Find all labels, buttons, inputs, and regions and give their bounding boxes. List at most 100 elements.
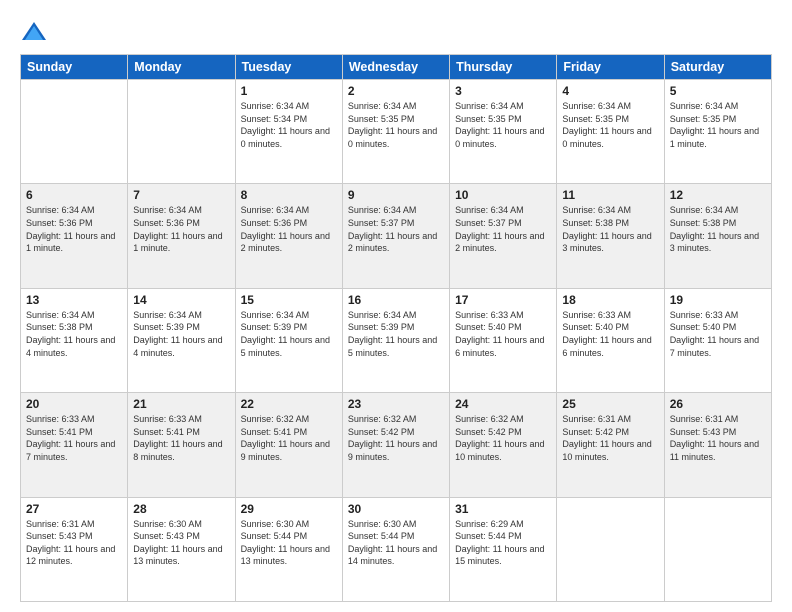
calendar-col-header: Sunday (21, 55, 128, 80)
calendar-cell: 31 Sunrise: 6:29 AM Sunset: 5:44 PM Dayli… (450, 497, 557, 601)
day-detail: Sunrise: 6:33 AM Sunset: 5:41 PM Dayligh… (133, 413, 229, 463)
calendar-col-header: Monday (128, 55, 235, 80)
calendar-table: SundayMondayTuesdayWednesdayThursdayFrid… (20, 54, 772, 602)
calendar-cell: 17 Sunrise: 6:33 AM Sunset: 5:40 PM Dayli… (450, 288, 557, 392)
day-detail: Sunrise: 6:30 AM Sunset: 5:44 PM Dayligh… (241, 518, 337, 568)
day-detail: Sunrise: 6:34 AM Sunset: 5:35 PM Dayligh… (348, 100, 444, 150)
day-detail: Sunrise: 6:34 AM Sunset: 5:35 PM Dayligh… (562, 100, 658, 150)
calendar-cell: 16 Sunrise: 6:34 AM Sunset: 5:39 PM Dayli… (342, 288, 449, 392)
calendar-cell (21, 80, 128, 184)
day-number: 19 (670, 293, 766, 307)
day-number: 31 (455, 502, 551, 516)
calendar-cell (664, 497, 771, 601)
calendar-cell: 28 Sunrise: 6:30 AM Sunset: 5:43 PM Dayli… (128, 497, 235, 601)
day-number: 17 (455, 293, 551, 307)
day-detail: Sunrise: 6:34 AM Sunset: 5:39 PM Dayligh… (133, 309, 229, 359)
day-detail: Sunrise: 6:34 AM Sunset: 5:38 PM Dayligh… (670, 204, 766, 254)
calendar-col-header: Thursday (450, 55, 557, 80)
day-detail: Sunrise: 6:31 AM Sunset: 5:43 PM Dayligh… (670, 413, 766, 463)
calendar-cell: 25Sunrise: 6:31 AM Sunset: 5:42 PM Dayli… (557, 393, 664, 497)
calendar-cell: 9 Sunrise: 6:34 AM Sunset: 5:37 PM Daylig… (342, 184, 449, 288)
calendar-cell: 29 Sunrise: 6:30 AM Sunset: 5:44 PM Dayli… (235, 497, 342, 601)
day-number: 20 (26, 397, 122, 411)
day-detail: Sunrise: 6:34 AM Sunset: 5:34 PM Dayligh… (241, 100, 337, 150)
calendar-cell: 20 Sunrise: 6:33 AM Sunset: 5:41 PM Dayli… (21, 393, 128, 497)
day-number: 7 (133, 188, 229, 202)
day-number: 14 (133, 293, 229, 307)
calendar-cell: 30 Sunrise: 6:30 AM Sunset: 5:44 PM Dayli… (342, 497, 449, 601)
day-number: 8 (241, 188, 337, 202)
calendar-week-row: 1Sunrise: 6:34 AM Sunset: 5:34 PM Daylig… (21, 80, 772, 184)
day-number: 11 (562, 188, 658, 202)
header (20, 18, 772, 46)
calendar-cell: 8 Sunrise: 6:34 AM Sunset: 5:36 PM Daylig… (235, 184, 342, 288)
day-detail: Sunrise: 6:32 AM Sunset: 5:41 PM Dayligh… (241, 413, 337, 463)
calendar-cell: 26Sunrise: 6:31 AM Sunset: 5:43 PM Dayli… (664, 393, 771, 497)
calendar-week-row: 13 Sunrise: 6:34 AM Sunset: 5:38 PM Dayli… (21, 288, 772, 392)
calendar-cell: 6Sunrise: 6:34 AM Sunset: 5:36 PM Daylig… (21, 184, 128, 288)
day-detail: Sunrise: 6:34 AM Sunset: 5:39 PM Dayligh… (241, 309, 337, 359)
page: SundayMondayTuesdayWednesdayThursdayFrid… (0, 0, 792, 612)
day-detail: Sunrise: 6:33 AM Sunset: 5:40 PM Dayligh… (670, 309, 766, 359)
calendar-header-row: SundayMondayTuesdayWednesdayThursdayFrid… (21, 55, 772, 80)
day-detail: Sunrise: 6:34 AM Sunset: 5:38 PM Dayligh… (26, 309, 122, 359)
day-number: 9 (348, 188, 444, 202)
day-number: 28 (133, 502, 229, 516)
day-number: 10 (455, 188, 551, 202)
day-detail: Sunrise: 6:33 AM Sunset: 5:41 PM Dayligh… (26, 413, 122, 463)
calendar-cell: 18Sunrise: 6:33 AM Sunset: 5:40 PM Dayli… (557, 288, 664, 392)
calendar-cell: 10Sunrise: 6:34 AM Sunset: 5:37 PM Dayli… (450, 184, 557, 288)
day-number: 15 (241, 293, 337, 307)
calendar-cell: 5Sunrise: 6:34 AM Sunset: 5:35 PM Daylig… (664, 80, 771, 184)
calendar-cell: 2 Sunrise: 6:34 AM Sunset: 5:35 PM Daylig… (342, 80, 449, 184)
day-detail: Sunrise: 6:34 AM Sunset: 5:36 PM Dayligh… (133, 204, 229, 254)
day-detail: Sunrise: 6:34 AM Sunset: 5:38 PM Dayligh… (562, 204, 658, 254)
calendar-week-row: 27Sunrise: 6:31 AM Sunset: 5:43 PM Dayli… (21, 497, 772, 601)
day-detail: Sunrise: 6:29 AM Sunset: 5:44 PM Dayligh… (455, 518, 551, 568)
day-number: 4 (562, 84, 658, 98)
day-detail: Sunrise: 6:34 AM Sunset: 5:37 PM Dayligh… (348, 204, 444, 254)
day-detail: Sunrise: 6:34 AM Sunset: 5:35 PM Dayligh… (455, 100, 551, 150)
calendar-cell: 4 Sunrise: 6:34 AM Sunset: 5:35 PM Daylig… (557, 80, 664, 184)
calendar-cell: 22 Sunrise: 6:32 AM Sunset: 5:41 PM Dayli… (235, 393, 342, 497)
calendar-cell: 14 Sunrise: 6:34 AM Sunset: 5:39 PM Dayli… (128, 288, 235, 392)
logo (20, 18, 52, 46)
day-number: 2 (348, 84, 444, 98)
calendar-cell (128, 80, 235, 184)
day-number: 21 (133, 397, 229, 411)
day-detail: Sunrise: 6:33 AM Sunset: 5:40 PM Dayligh… (455, 309, 551, 359)
calendar-cell: 12 Sunrise: 6:34 AM Sunset: 5:38 PM Dayli… (664, 184, 771, 288)
day-detail: Sunrise: 6:34 AM Sunset: 5:36 PM Dayligh… (241, 204, 337, 254)
day-number: 13 (26, 293, 122, 307)
calendar-cell: 13 Sunrise: 6:34 AM Sunset: 5:38 PM Dayli… (21, 288, 128, 392)
day-number: 29 (241, 502, 337, 516)
day-detail: Sunrise: 6:32 AM Sunset: 5:42 PM Dayligh… (348, 413, 444, 463)
day-number: 16 (348, 293, 444, 307)
calendar-cell: 1Sunrise: 6:34 AM Sunset: 5:34 PM Daylig… (235, 80, 342, 184)
calendar-cell: 21 Sunrise: 6:33 AM Sunset: 5:41 PM Dayli… (128, 393, 235, 497)
calendar-cell (557, 497, 664, 601)
day-number: 27 (26, 502, 122, 516)
day-number: 22 (241, 397, 337, 411)
day-detail: Sunrise: 6:32 AM Sunset: 5:42 PM Dayligh… (455, 413, 551, 463)
day-number: 5 (670, 84, 766, 98)
day-number: 3 (455, 84, 551, 98)
calendar-week-row: 20 Sunrise: 6:33 AM Sunset: 5:41 PM Dayli… (21, 393, 772, 497)
calendar-col-header: Saturday (664, 55, 771, 80)
calendar-cell: 23 Sunrise: 6:32 AM Sunset: 5:42 PM Dayli… (342, 393, 449, 497)
day-detail: Sunrise: 6:31 AM Sunset: 5:42 PM Dayligh… (562, 413, 658, 463)
day-number: 12 (670, 188, 766, 202)
logo-icon (20, 18, 48, 46)
day-detail: Sunrise: 6:30 AM Sunset: 5:43 PM Dayligh… (133, 518, 229, 568)
calendar-col-header: Friday (557, 55, 664, 80)
day-number: 23 (348, 397, 444, 411)
calendar-cell: 11 Sunrise: 6:34 AM Sunset: 5:38 PM Dayli… (557, 184, 664, 288)
calendar-week-row: 6Sunrise: 6:34 AM Sunset: 5:36 PM Daylig… (21, 184, 772, 288)
day-number: 24 (455, 397, 551, 411)
day-number: 30 (348, 502, 444, 516)
calendar-cell: 27Sunrise: 6:31 AM Sunset: 5:43 PM Dayli… (21, 497, 128, 601)
calendar-col-header: Tuesday (235, 55, 342, 80)
day-detail: Sunrise: 6:30 AM Sunset: 5:44 PM Dayligh… (348, 518, 444, 568)
day-detail: Sunrise: 6:34 AM Sunset: 5:39 PM Dayligh… (348, 309, 444, 359)
calendar-cell: 3 Sunrise: 6:34 AM Sunset: 5:35 PM Daylig… (450, 80, 557, 184)
